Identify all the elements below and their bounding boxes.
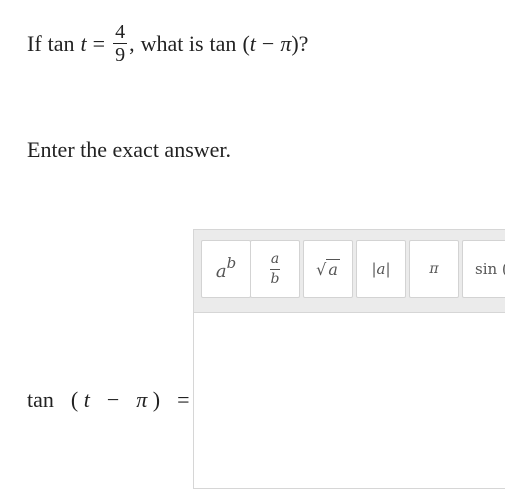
answer-label-variable-t: t: [83, 387, 90, 412]
question-minus: −: [261, 30, 275, 56]
question-comma: ,: [129, 30, 135, 56]
question-tan-1: tan: [47, 30, 75, 56]
answer-label-equals: =: [177, 387, 190, 412]
question-open-paren: (: [242, 30, 250, 56]
question-if: If: [27, 30, 42, 56]
question-pi: π: [280, 30, 292, 56]
math-answer-editor[interactable]: ab a b √ a |a| π sin (: [193, 229, 505, 489]
question-equals: =: [92, 30, 106, 56]
answer-label-tan: tan: [27, 387, 54, 412]
square-root-button[interactable]: √ a: [303, 240, 353, 298]
math-toolbar: ab a b √ a |a| π sin (: [194, 230, 505, 313]
answer-label-minus: −: [106, 387, 120, 412]
question-variable-t-2: t: [249, 30, 256, 56]
question-text: If tan t = 4 9 , what is tan ( t − π )?: [27, 22, 308, 65]
superscript-icon: ab: [215, 254, 237, 282]
question-variable-t-1: t: [80, 30, 87, 56]
question-tan-2: tan: [209, 30, 237, 56]
sine-label: sin (: [475, 260, 505, 278]
square-root-icon: √ a: [316, 259, 340, 279]
fraction-four-ninths: 4 9: [113, 21, 128, 66]
fraction-numerator: 4: [113, 21, 128, 44]
fraction-icon: a b: [269, 250, 281, 287]
question-what-is: what is: [140, 30, 204, 56]
superscript-button[interactable]: ab: [201, 240, 251, 298]
sine-button[interactable]: sin (: [462, 240, 505, 298]
fraction-button[interactable]: a b: [250, 240, 300, 298]
answer-label-pi: π: [136, 387, 148, 412]
question-close-paren: )?: [291, 30, 309, 56]
answer-label-open-paren: (: [70, 387, 79, 412]
absolute-value-button[interactable]: |a|: [356, 240, 406, 298]
fraction-denominator: 9: [115, 44, 126, 66]
pi-icon: π: [429, 261, 439, 277]
answer-label: tan ( t − π ) =: [27, 389, 190, 411]
answer-label-close-paren: ): [152, 387, 161, 412]
instruction-text: Enter the exact answer.: [27, 137, 232, 162]
pi-button[interactable]: π: [409, 240, 459, 298]
absolute-value-icon: |a|: [371, 260, 391, 278]
